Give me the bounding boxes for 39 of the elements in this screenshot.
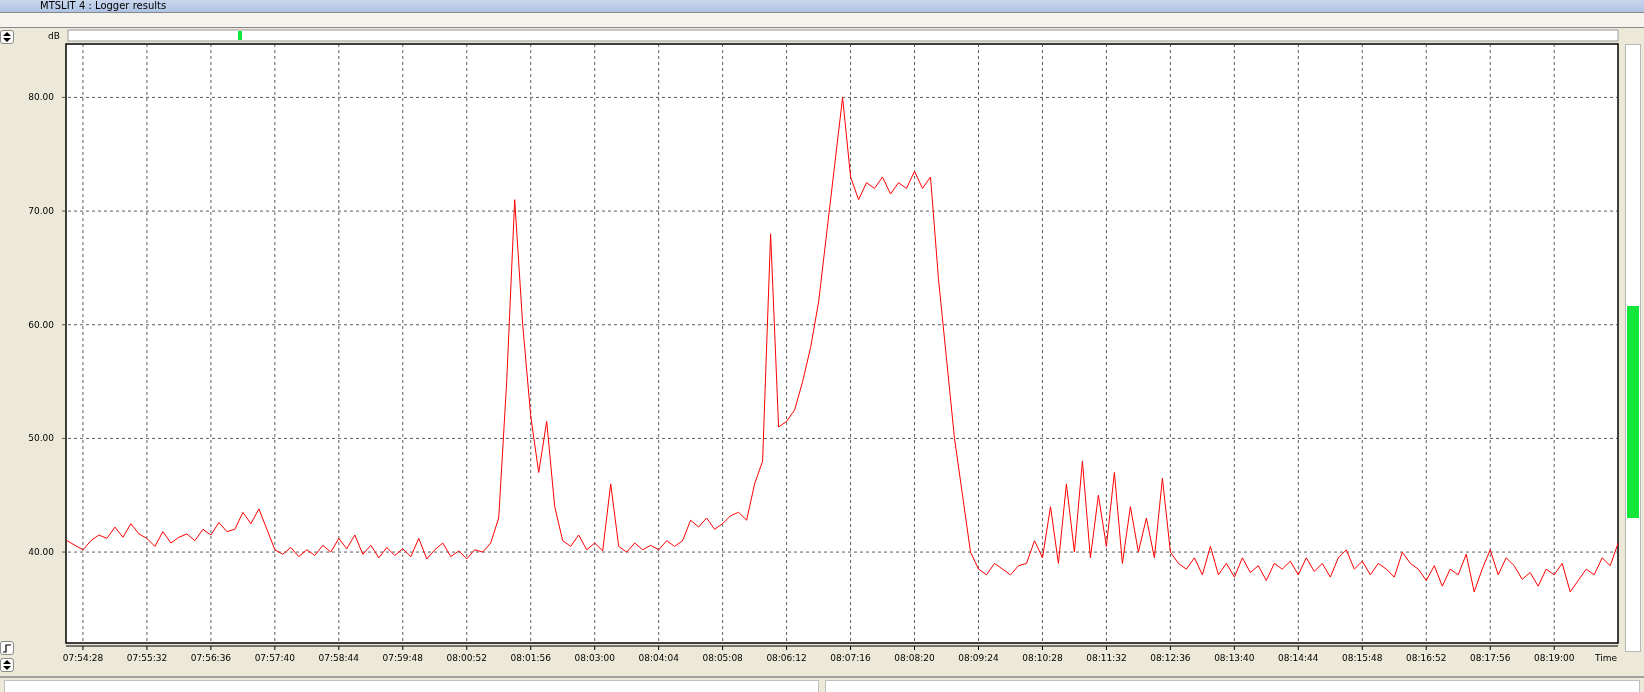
axis-tick-label: 08:00:52 — [446, 653, 487, 663]
axis-tick-label: 60.00 — [28, 319, 54, 330]
axis-tick-label: 08:07:16 — [830, 653, 871, 663]
spin-button[interactable] — [0, 30, 14, 44]
axis-tick-label: 08:05:08 — [702, 653, 743, 663]
scroll-strip[interactable] — [67, 29, 1619, 42]
axis-tick-label: 08:09:24 — [958, 653, 999, 663]
axis-title: Time — [1595, 653, 1617, 663]
axis-tick-label: 50.00 — [28, 433, 54, 444]
scrollbar-track[interactable] — [1625, 44, 1641, 652]
axis-tick-label: 08:03:00 — [574, 653, 615, 663]
axis-tick-label: 08:01:56 — [510, 653, 551, 663]
axis-tick-label: 08:16:52 — [1406, 653, 1447, 663]
axis-tick-label: 07:55:32 — [126, 653, 168, 663]
spin-button[interactable] — [0, 658, 14, 672]
axis-tick-label: 70.00 — [28, 206, 54, 217]
axis-tick-label: 08:10:28 — [1022, 653, 1063, 663]
axis-tick-label: 08:17:56 — [1470, 653, 1511, 663]
axis-tick-label: 08:06:12 — [766, 653, 807, 663]
axis-tick-label: 80.00 — [28, 92, 54, 103]
axis-tick-label: 08:12:36 — [1150, 653, 1191, 663]
window-title: MTSLIT 4 : Logger results — [40, 0, 167, 12]
axis-tick-label: 08:08:20 — [894, 653, 935, 663]
axis-tick-label: 07:54:28 — [62, 653, 104, 663]
step-button[interactable] — [0, 641, 14, 655]
scroll-marker[interactable] — [238, 31, 242, 40]
scrollbar-thumb[interactable] — [1627, 305, 1639, 518]
axis-tick-label: 40.00 — [28, 547, 54, 558]
axis-tick-label: 08:04:04 — [638, 653, 679, 663]
axis-tick-label: 07:57:40 — [254, 653, 296, 663]
axis-tick-label: 07:59:48 — [382, 653, 423, 663]
axis-tick-label: 08:19:00 — [1534, 653, 1575, 663]
axis-tick-label: 08:15:48 — [1342, 653, 1383, 663]
axis-tick-label: 08:13:40 — [1214, 653, 1255, 663]
axis-title: dB — [48, 31, 60, 41]
axis-tick-label: 07:58:44 — [318, 653, 360, 663]
axis-tick-label: 08:11:32 — [1086, 653, 1127, 663]
axis-tick-label: 07:56:36 — [190, 653, 232, 663]
axis-tick-label: 08:14:44 — [1278, 653, 1319, 663]
